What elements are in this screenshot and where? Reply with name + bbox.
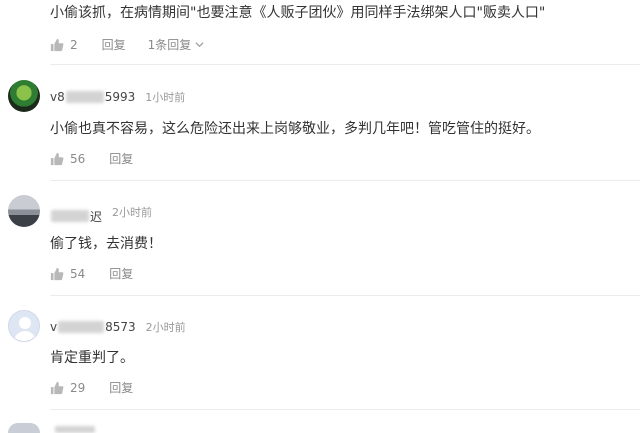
timestamp: 2小时前: [145, 321, 186, 334]
comment-text: 小偷也真不容易，这么危险还出来上岗够敬业，多判几年吧！管吃管住的挺好。: [50, 121, 540, 137]
reply-button[interactable]: 回复: [109, 150, 133, 167]
avatar[interactable]: [8, 80, 40, 112]
username-redaction: [51, 210, 89, 222]
divider: [50, 180, 640, 181]
like-button[interactable]: 54: [50, 267, 85, 281]
like-count: 2: [70, 37, 78, 52]
timestamp: 1小时前: [145, 91, 186, 104]
timestamp: 2小时前: [112, 206, 153, 219]
reply-button[interactable]: 回复: [109, 265, 133, 282]
like-count: 56: [70, 151, 86, 166]
like-count: 54: [70, 266, 86, 281]
replies-count: 1条回复: [147, 38, 192, 52]
like-button[interactable]: 29: [50, 381, 85, 395]
username[interactable]: v8 5993: [50, 90, 135, 104]
divider: [50, 64, 640, 65]
comment-actions: 2 回复 1条回复: [50, 36, 204, 53]
comment-actions: 54 回复: [50, 265, 133, 282]
thumbs-up-icon: [50, 267, 64, 280]
thumbs-up-icon: [50, 381, 64, 394]
like-button[interactable]: 2: [50, 38, 78, 52]
username[interactable]: 迟: [50, 208, 102, 225]
reply-button[interactable]: 回复: [109, 379, 133, 396]
comment-actions: 29 回复: [50, 379, 133, 396]
avatar[interactable]: [8, 423, 40, 433]
comment-text: 肯定重判了。: [50, 350, 134, 366]
comment-text: 偷了钱，去消费！: [50, 236, 162, 252]
thumbs-up-icon: [50, 152, 64, 165]
avatar[interactable]: [8, 195, 40, 227]
chevron-down-icon: [195, 42, 204, 48]
username-redaction: [55, 426, 95, 433]
comment-actions: 56 回复: [50, 150, 133, 167]
view-replies-button[interactable]: 1条回复: [148, 36, 205, 53]
username[interactable]: v 8573: [50, 320, 136, 334]
comment-text: 小偷该抓，在病情期间"也要注意《人贩子团伙》用同样手法绑架人口"贩卖人口": [50, 5, 546, 21]
like-button[interactable]: 56: [50, 152, 85, 166]
avatar[interactable]: [8, 310, 40, 342]
reply-button[interactable]: 回复: [102, 36, 126, 53]
divider: [50, 295, 640, 296]
like-count: 29: [70, 380, 86, 395]
thumbs-up-icon: [50, 38, 64, 51]
divider: [50, 409, 640, 410]
username-redaction: [65, 91, 104, 103]
username-redaction: [58, 321, 105, 333]
